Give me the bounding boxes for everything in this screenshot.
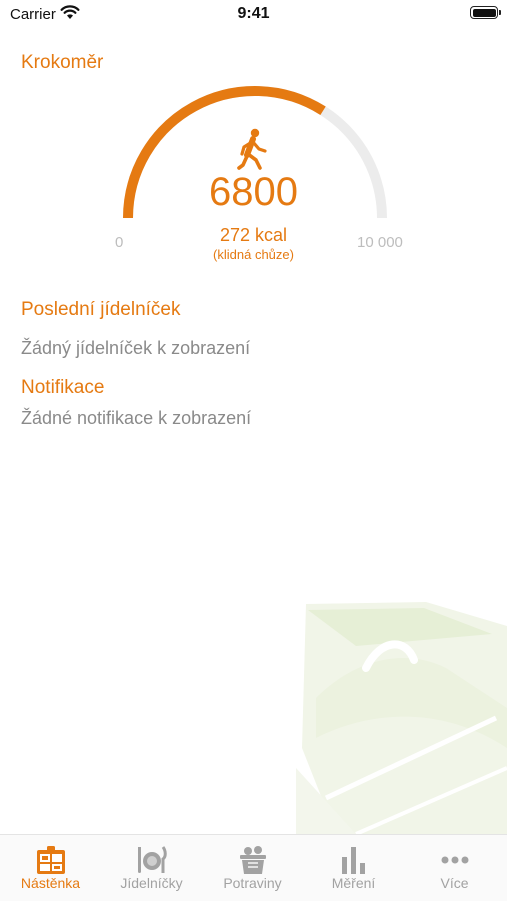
kcal-value: 272 kcal xyxy=(219,225,288,245)
last-menu-title: Poslední jídelníček xyxy=(21,299,181,320)
tab-foods[interactable]: Potraviny xyxy=(202,835,303,901)
tab-measurements[interactable]: Měření xyxy=(303,835,404,901)
tab-label: Potraviny xyxy=(223,875,282,891)
steps-count: 6800 xyxy=(209,170,298,214)
walking-person-icon xyxy=(237,128,267,170)
last-menu-empty-text: Žádný jídelníček k zobrazení xyxy=(21,338,251,358)
tab-more[interactable]: Více xyxy=(404,835,505,901)
tab-menus[interactable]: Jídelníčky xyxy=(101,835,202,901)
grocery-basket-icon xyxy=(240,846,266,874)
gauge-min-label: 0 xyxy=(115,234,124,251)
tab-label: Více xyxy=(440,875,469,891)
battery-icon xyxy=(470,6,501,19)
more-dots-icon xyxy=(441,856,469,864)
tab-bar: Nástěnka Jídelníčky Potraviny Měření Víc… xyxy=(0,834,507,901)
notifications-title: Notifikace xyxy=(21,377,105,398)
status-bar: Carrier 9:41 xyxy=(0,0,507,30)
dashboard-icon xyxy=(37,846,65,874)
activity-level: (klidná chůze) xyxy=(213,247,294,262)
tab-label: Nástěnka xyxy=(20,875,81,891)
pedometer-title: Krokoměr xyxy=(21,52,104,73)
gauge-max-label: 10 000 xyxy=(357,234,403,251)
tab-dashboard[interactable]: Nástěnka xyxy=(0,835,101,901)
bar-chart-icon xyxy=(342,847,365,874)
clock: 9:41 xyxy=(237,5,270,22)
plate-cutlery-icon xyxy=(138,846,167,873)
tab-label: Měření xyxy=(331,875,376,891)
notifications-empty-text: Žádné notifikace k zobrazení xyxy=(21,408,252,428)
tab-label: Jídelníčky xyxy=(120,875,183,891)
background-logo-watermark xyxy=(296,602,507,834)
